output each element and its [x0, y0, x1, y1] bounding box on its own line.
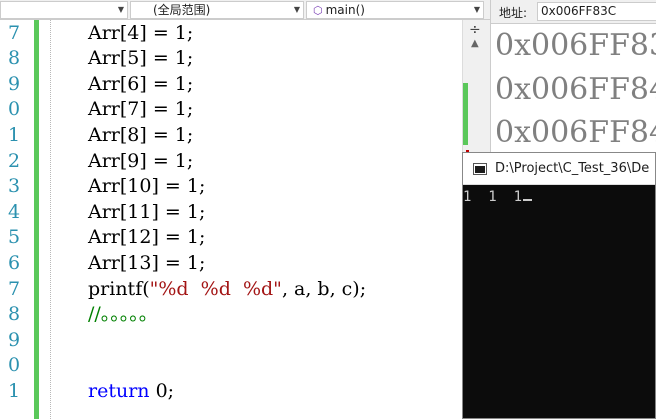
project-dropdown[interactable]: ▼ [0, 1, 128, 19]
code-text: Arr[12] = 1; [88, 225, 205, 251]
code-text: Arr[9] = 1; [88, 149, 193, 175]
line-number: 1 [8, 123, 21, 146]
code-token: Arr[4] = 1; [88, 21, 194, 44]
code-token: printf( [88, 277, 150, 300]
memory-address-row: 0x006FF83 [495, 28, 656, 63]
split-view-icon[interactable]: ÷ [469, 22, 481, 38]
function-dropdown-value: main() [325, 3, 365, 17]
console-app-icon [473, 163, 487, 175]
code-line[interactable]: 2 Arr[9] = 1; [0, 149, 462, 175]
scope-dropdown-value: (全局范围) [153, 3, 211, 17]
line-number: 0 [8, 98, 21, 121]
code-token: , a, b, c); [281, 277, 367, 300]
code-text: Arr[8] = 1; [88, 123, 193, 149]
memory-toolbar: 地址: 0x006FF83C [491, 0, 656, 24]
line-number: 3 [8, 175, 21, 198]
code-line[interactable]: 3 Arr[10] = 1; [0, 174, 462, 200]
code-text: Arr[10] = 1; [88, 174, 205, 200]
method-cube-icon: ⬡ [313, 4, 323, 17]
scope-dropdown[interactable]: (全局范围) ▼ [130, 1, 304, 19]
code-line[interactable]: 9 [0, 328, 462, 354]
line-number: 9 [8, 328, 21, 351]
code-text: Arr[7] = 1; [88, 97, 193, 123]
code-line[interactable]: 1 Arr[8] = 1; [0, 123, 462, 149]
code-line[interactable]: 0 [0, 353, 462, 379]
code-token: Arr[7] = 1; [88, 98, 194, 121]
code-text: Arr[13] = 1; [88, 251, 205, 277]
code-line[interactable]: 8 //。。。。。 [0, 302, 462, 328]
code-token: //。。。。。 [88, 303, 158, 326]
chevron-down-icon: ▼ [473, 5, 480, 14]
code-text: Arr[4] = 1; [88, 21, 193, 47]
code-token: Arr[8] = 1; [88, 123, 194, 146]
code-token: Arr[9] = 1; [88, 149, 194, 172]
scroll-up-icon[interactable]: ▲ [471, 38, 479, 49]
code-token: return [88, 379, 150, 402]
console-output: 1 1 1 [463, 189, 533, 205]
code-line[interactable]: 7 Arr[4] = 1; [0, 21, 462, 47]
code-line[interactable]: 0 Arr[7] = 1; [0, 97, 462, 123]
memory-address-row: 0x006FF84 [495, 115, 656, 150]
code-token: Arr[12] = 1; [88, 226, 206, 249]
code-token: 0; [149, 379, 175, 402]
code-line[interactable]: 5 Arr[12] = 1; [0, 225, 462, 251]
console-cursor [523, 199, 533, 201]
line-number: 7 [8, 21, 21, 44]
function-dropdown[interactable]: ⬡ main() ▼ [306, 1, 484, 19]
address-input[interactable]: 0x006FF83C [537, 2, 656, 21]
console-window[interactable]: D:\Project\C_Test_36\De 1 1 1 [462, 152, 656, 419]
code-token: Arr[10] = 1; [88, 175, 206, 198]
code-token: "%d %d %d" [149, 277, 282, 300]
code-line[interactable]: 1 return 0; [0, 379, 462, 405]
console-title-bar[interactable]: D:\Project\C_Test_36\De [463, 153, 655, 185]
code-token: Arr[5] = 1; [88, 47, 194, 70]
memory-address-row: 0x006FF84 [495, 72, 656, 107]
console-output-text: 1 1 1 [463, 189, 523, 205]
code-editor[interactable]: 7 Arr[4] = 1; 8 Arr[5] = 1; 9 Arr[6] = 1; 0 Arr… [0, 20, 462, 419]
scrollbar-change-marker [463, 83, 468, 145]
code-text: Arr[11] = 1; [88, 200, 205, 226]
line-number: 8 [8, 303, 21, 326]
code-line[interactable]: 7 printf("%d %d %d", a, b, c); [0, 277, 462, 303]
line-number: 8 [8, 47, 21, 70]
line-number: 7 [8, 277, 21, 300]
code-token: Arr[13] = 1; [88, 251, 206, 274]
code-line[interactable]: 6 Arr[13] = 1; [0, 251, 462, 277]
code-line[interactable]: 9 Arr[6] = 1; [0, 72, 462, 98]
line-number: 4 [8, 200, 21, 223]
line-number: 2 [8, 149, 21, 172]
line-number: 1 [8, 379, 21, 402]
code-text: //。。。。。 [88, 302, 158, 328]
code-line[interactable]: 8 Arr[5] = 1; [0, 46, 462, 72]
code-text: Arr[5] = 1; [88, 46, 193, 72]
line-number: 0 [8, 354, 21, 377]
chevron-down-icon: ▼ [117, 5, 124, 14]
line-number: 6 [8, 251, 21, 274]
code-token: Arr[11] = 1; [88, 200, 206, 223]
code-line[interactable]: 4 Arr[11] = 1; [0, 200, 462, 226]
line-number: 5 [8, 226, 21, 249]
console-title: D:\Project\C_Test_36\De [495, 161, 650, 176]
code-text: Arr[6] = 1; [88, 72, 193, 98]
line-number: 9 [8, 72, 21, 95]
address-label: 地址: [499, 6, 528, 20]
navigation-bar: ▼ (全局范围) ▼ ⬡ main() ▼ [0, 0, 490, 20]
chevron-down-icon: ▼ [293, 5, 300, 14]
code-token: Arr[6] = 1; [88, 72, 194, 95]
code-text: printf("%d %d %d", a, b, c); [88, 277, 366, 303]
code-text: return 0; [88, 379, 174, 405]
